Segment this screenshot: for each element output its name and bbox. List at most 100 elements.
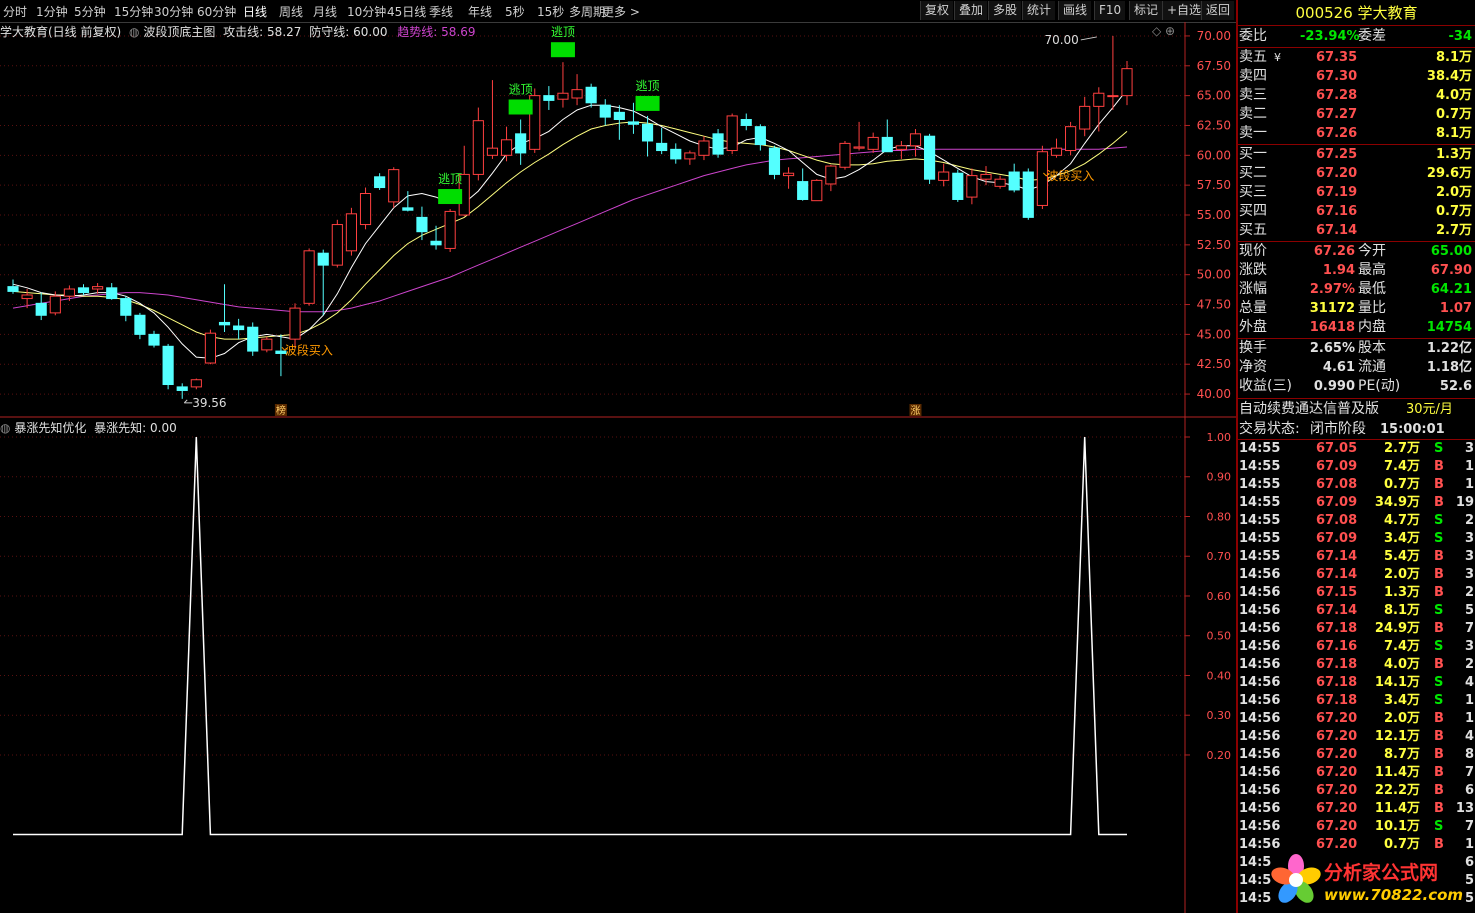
candle-body[interactable] <box>797 181 809 200</box>
toolbar-btn-8[interactable]: 返回 <box>1201 1 1235 20</box>
candle-body[interactable] <box>92 286 104 290</box>
tick-row[interactable]: 14:56 67.14 8.1万 S 5 <box>1238 602 1475 620</box>
tick-row[interactable]: 14:56 67.20 2.0万 B 1 <box>1238 710 1475 728</box>
candle-body[interactable] <box>938 171 950 181</box>
period-tab-4[interactable]: 30分钟 <box>154 3 193 20</box>
tick-row[interactable]: 14:56 67.20 8.7万 B 8 <box>1238 746 1475 764</box>
period-tab-6[interactable]: 日线 <box>243 3 267 20</box>
candle-body[interactable] <box>1093 92 1105 107</box>
period-tab-0[interactable]: 分时 <box>3 3 27 20</box>
indicator-toggle-icon[interactable]: ◍ <box>129 25 139 39</box>
candle-body[interactable] <box>726 115 738 152</box>
candle-body[interactable] <box>867 136 879 150</box>
candle-body[interactable] <box>571 89 583 99</box>
toolbar-btn-2[interactable]: 多股 <box>988 1 1022 20</box>
candle-body[interactable] <box>345 213 358 252</box>
toolbar-btn-7[interactable]: +自选 <box>1162 1 1206 20</box>
candle-body[interactable] <box>980 173 992 180</box>
tick-row[interactable]: 14:56 67.18 3.4万 S 1 <box>1238 692 1475 710</box>
candle-body[interactable] <box>430 240 442 246</box>
chart-option-icons[interactable]: ◇ ⊕ <box>1152 24 1175 38</box>
tick-row[interactable]: 14:56 67.18 14.1万 S 4 <box>1238 674 1475 692</box>
toolbar-btn-1[interactable]: 叠加 <box>954 1 988 20</box>
candle-body[interactable] <box>176 386 188 391</box>
bid-row[interactable]: 买四 67.16 0.7万 <box>1238 202 1475 221</box>
candle-body[interactable] <box>782 172 795 177</box>
indicator-name[interactable]: 波段顶底主图 <box>143 25 215 39</box>
period-tab-13[interactable]: 5秒 <box>505 3 525 20</box>
sub-toggle-icon[interactable]: ◍ <box>0 421 10 435</box>
candle-body[interactable] <box>218 321 231 326</box>
toolbar-btn-3[interactable]: 统计 <box>1022 1 1056 20</box>
notice-text[interactable]: 自动续费通达信普及版 <box>1239 400 1379 419</box>
candle-body[interactable] <box>881 136 893 153</box>
candle-body[interactable] <box>289 307 301 340</box>
bid-row[interactable]: 买三 67.19 2.0万 <box>1238 183 1475 202</box>
candle-body[interactable] <box>500 139 513 156</box>
candle-body[interactable] <box>261 338 273 351</box>
candle-body[interactable] <box>120 298 132 316</box>
tick-row[interactable]: 14:55 67.08 4.7万 S 2 <box>1238 512 1475 530</box>
candle-body[interactable] <box>402 207 414 211</box>
candle-body[interactable] <box>712 133 724 155</box>
ask-row[interactable]: 卖五 ¥67.35 8.1万 <box>1238 48 1475 67</box>
ask-row[interactable]: 卖二 67.27 0.7万 <box>1238 105 1475 124</box>
candle-body[interactable] <box>472 120 484 175</box>
ask-row[interactable]: 卖一 67.26 8.1万 <box>1238 124 1475 143</box>
candle-body[interactable] <box>1022 171 1034 218</box>
candle-body[interactable] <box>416 216 428 233</box>
candle-body[interactable] <box>303 250 315 304</box>
tick-row[interactable]: 14:55 67.14 5.4万 B 3 <box>1238 548 1475 566</box>
tick-row[interactable]: 14:56 67.16 7.4万 S 3 <box>1238 638 1475 656</box>
candle-body[interactable] <box>204 332 216 364</box>
candle-body[interactable] <box>839 142 851 168</box>
ask-row[interactable]: 卖三 67.28 4.0万 <box>1238 86 1475 105</box>
period-tab-16[interactable]: 更多 > <box>602 3 640 20</box>
toolbar-btn-4[interactable]: 画线 <box>1058 1 1092 20</box>
candle-body[interactable] <box>811 179 823 202</box>
candle-body[interactable] <box>388 169 400 203</box>
tick-row[interactable]: 14:56 67.18 4.0万 B 2 <box>1238 656 1475 674</box>
tick-row[interactable]: 14:56 67.14 2.0万 B 3 <box>1238 566 1475 584</box>
candle-body[interactable] <box>768 147 781 175</box>
candle-body[interactable] <box>585 86 597 104</box>
candle-body[interactable] <box>317 252 329 266</box>
candle-body[interactable] <box>134 314 146 335</box>
tick-row[interactable]: 14:56 67.18 24.9万 B 7 <box>1238 620 1475 638</box>
candle-body[interactable] <box>853 146 865 149</box>
tick-row[interactable]: 14:55 67.05 2.7万 S 3 <box>1238 440 1475 458</box>
tick-row[interactable]: 14:56 67.20 22.2万 B 6 <box>1238 782 1475 800</box>
event-tag-bang[interactable]: 榜 <box>276 404 286 417</box>
candle-body[interactable] <box>670 148 682 160</box>
period-tab-3[interactable]: 15分钟 <box>114 3 153 20</box>
period-tab-9[interactable]: 10分钟 <box>347 3 386 20</box>
period-tab-5[interactable]: 60分钟 <box>197 3 236 20</box>
candle-body[interactable] <box>825 165 837 185</box>
period-tab-12[interactable]: 年线 <box>468 3 492 20</box>
toolbar-btn-0[interactable]: 复权 <box>920 1 954 20</box>
tick-row[interactable]: 14:55 67.09 7.4万 B 1 <box>1238 458 1475 476</box>
candle-body[interactable] <box>613 111 625 121</box>
candle-body[interactable] <box>557 92 569 100</box>
period-tab-2[interactable]: 5分钟 <box>74 3 106 20</box>
period-tab-10[interactable]: 45日线 <box>387 3 426 20</box>
period-tab-15[interactable]: 多周期 <box>569 3 605 20</box>
candle-body[interactable] <box>543 95 555 101</box>
candle-body[interactable] <box>641 123 654 142</box>
candle-body[interactable] <box>1107 95 1119 98</box>
tick-row[interactable]: 14:56 67.20 11.4万 B 13 <box>1238 800 1475 818</box>
period-tab-7[interactable]: 周线 <box>279 3 303 20</box>
candle-body[interactable] <box>106 287 118 300</box>
notice-row[interactable]: 自动续费通达信普及版 30元/月 <box>1238 400 1475 419</box>
period-tab-1[interactable]: 1分钟 <box>36 3 68 20</box>
ask-row[interactable]: 卖四 67.30 38.4万 <box>1238 67 1475 86</box>
period-tab-8[interactable]: 月线 <box>313 3 337 20</box>
candle-body[interactable] <box>909 133 922 147</box>
candle-body[interactable] <box>740 119 752 126</box>
event-tag-zhang[interactable]: 涨 <box>910 405 920 417</box>
candle-body[interactable] <box>966 175 978 198</box>
tick-row[interactable]: 14:56 67.15 1.3万 B 2 <box>1238 584 1475 602</box>
period-tab-14[interactable]: 15秒 <box>537 3 564 20</box>
tick-row[interactable]: 14:55 67.09 3.4万 S 3 <box>1238 530 1475 548</box>
candle-body[interactable] <box>1079 105 1091 130</box>
